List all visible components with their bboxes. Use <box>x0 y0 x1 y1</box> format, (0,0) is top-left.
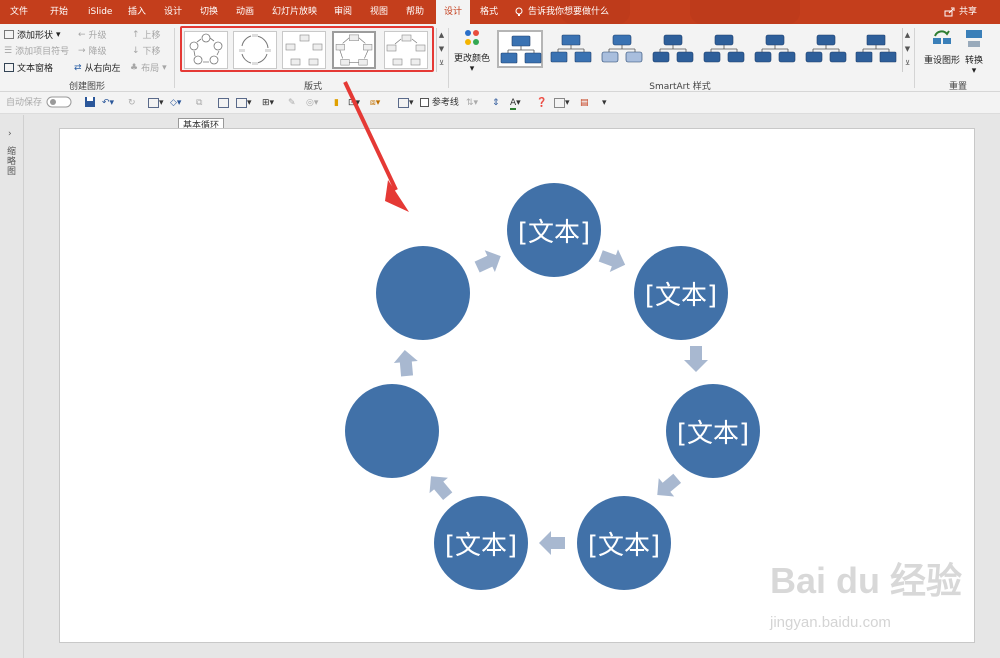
baidu-jingyan-logo: Bai du 经验 <box>770 560 963 601</box>
red-annotation-arrow-icon <box>343 81 409 212</box>
watermark-url: jingyan.baidu.com <box>770 614 891 631</box>
watermark: Bai du 经验 jingyan.baidu.com <box>770 552 970 642</box>
